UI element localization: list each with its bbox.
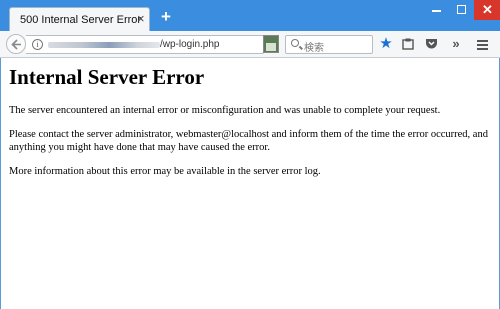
back-arrow-icon [11,39,21,50]
error-heading: Internal Server Error [9,65,205,89]
tab-close-icon[interactable]: × [137,12,145,26]
menu-icon[interactable] [474,36,490,52]
tab-active[interactable]: 500 Internal Server Error × [9,7,150,32]
maximize-button[interactable] [449,0,474,20]
title-bar: 500 Internal Server Error × + ✕ [0,0,500,32]
search-placeholder: 検索 [304,43,324,54]
page-content: Internal Server Error The server encount… [0,58,500,309]
reading-list-icon[interactable] [400,36,416,52]
tab-title: 500 Internal Server Error [20,14,142,26]
info-icon[interactable]: i [32,39,43,50]
pocket-icon[interactable] [423,36,439,52]
log-message: More information about this error may be… [9,166,321,177]
contact-message: Please contact the server administrator,… [9,129,488,153]
back-button[interactable] [6,34,26,54]
window-close-button[interactable]: ✕ [474,0,500,20]
address-bar[interactable]: i /wp-login.php ↻ [26,35,279,55]
search-icon [291,39,299,47]
site-identity-icon[interactable] [263,35,279,53]
new-tab-button[interactable]: + [159,8,173,25]
close-icon: ✕ [482,2,493,17]
error-message: The server encountered an internal error… [9,105,441,116]
minimize-button[interactable] [424,0,449,20]
search-input[interactable]: 検索 [285,35,373,54]
bookmark-star-icon[interactable]: ★ [378,36,394,52]
navigation-toolbar: i /wp-login.php ↻ 検索 ★ » [0,31,500,58]
overflow-icon[interactable]: » [448,36,464,52]
url-redacted-host [48,42,160,48]
url-path: /wp-login.php [160,39,220,50]
